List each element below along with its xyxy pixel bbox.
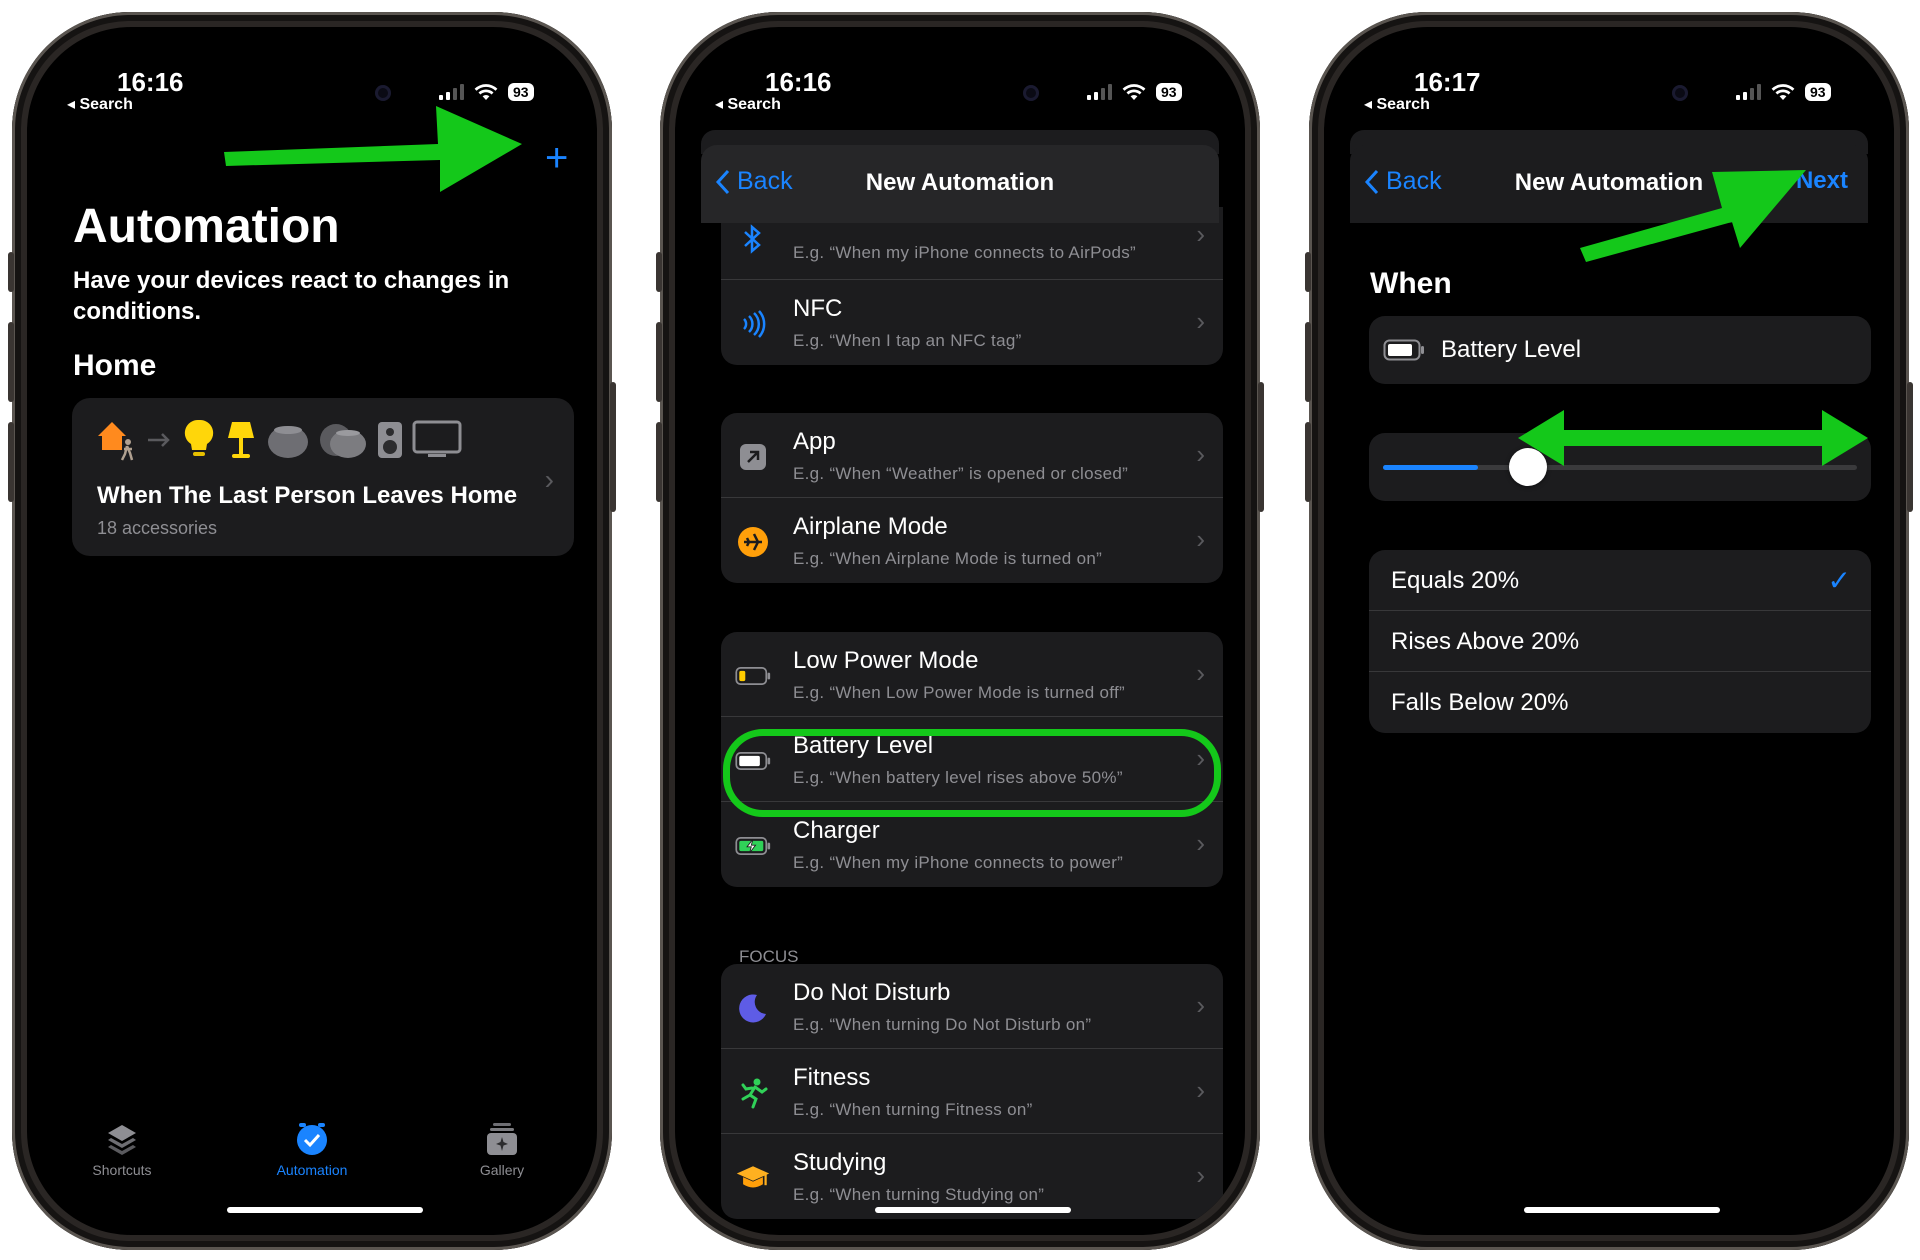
annotation-arrows — [224, 106, 1868, 466]
annotation-arrow-to-next-button — [1580, 170, 1806, 262]
annotation-arrow-to-add-button — [224, 106, 522, 192]
annotation-arrow-slider-range — [1518, 410, 1868, 466]
